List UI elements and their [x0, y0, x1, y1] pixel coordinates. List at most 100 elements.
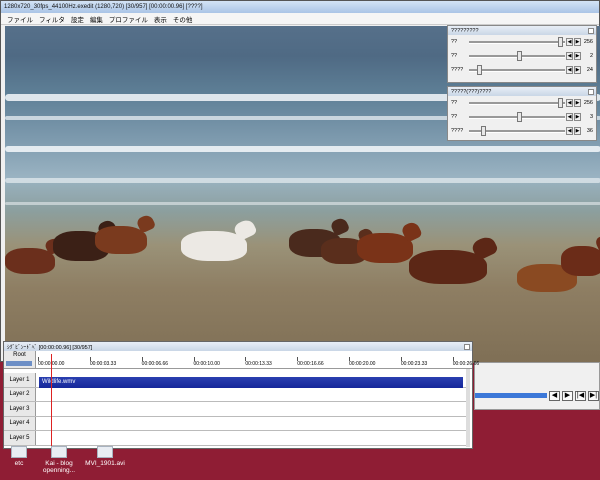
- param-slider[interactable]: [469, 37, 565, 47]
- slider-thumb[interactable]: [517, 51, 522, 61]
- desktop-icon-label: Kai - blog openning...: [42, 460, 76, 474]
- increment-button[interactable]: ▶: [574, 127, 581, 135]
- ruler-tick-label: 00:00:26.66: [452, 361, 480, 367]
- play-button[interactable]: ▶: [562, 391, 573, 401]
- horse: [181, 231, 247, 261]
- skip-start-button[interactable]: |◀: [575, 391, 586, 401]
- layer-header[interactable]: Layer 3: [4, 402, 36, 416]
- increment-button[interactable]: ▶: [574, 99, 581, 107]
- desktop-icon-label: etc: [14, 460, 24, 467]
- player-controls: ◀ ▶ |◀ ▶|: [474, 362, 600, 410]
- decrement-button[interactable]: ◀: [566, 127, 573, 135]
- horse: [95, 226, 147, 254]
- ruler-tick-label: 00:00:06.66: [141, 361, 169, 367]
- close-icon[interactable]: [464, 343, 470, 350]
- slider-thumb[interactable]: [476, 65, 482, 75]
- menu-edit[interactable]: 編集: [90, 14, 103, 24]
- slider-thumb[interactable]: [558, 37, 564, 47]
- decrement-button[interactable]: ◀: [566, 113, 573, 121]
- wave-foam: [5, 146, 600, 152]
- horse: [5, 248, 55, 274]
- close-icon[interactable]: [588, 88, 594, 95]
- decrement-button[interactable]: ◀: [566, 66, 573, 74]
- param-slider[interactable]: [469, 112, 565, 122]
- slider-thumb[interactable]: [558, 98, 564, 108]
- increment-button[interactable]: ▶: [574, 52, 581, 60]
- menu-view[interactable]: 表示: [154, 14, 167, 24]
- parameter-panel-bottom: ?????(???)???? ?? ◀ ▶ 256 ?? ◀ ▶ 3 ???? …: [447, 86, 597, 141]
- param-label: ????: [451, 128, 464, 134]
- desktop-icon-label: MVI_1901.avi: [85, 460, 125, 467]
- param-label: ??: [451, 53, 458, 59]
- menu-settings[interactable]: 設定: [71, 14, 84, 24]
- param-row: ???? ◀ ▶ 24: [448, 63, 596, 77]
- wave-foam: [5, 178, 600, 183]
- param-value: 3: [589, 114, 593, 120]
- window-titlebar[interactable]: 1280x720_30fps_44100Hz.exedit (1280,720)…: [1, 1, 599, 13]
- layer-header[interactable]: Layer 5: [4, 431, 36, 445]
- param-label: ????: [451, 67, 464, 73]
- menu-filter[interactable]: フィルタ: [39, 14, 65, 24]
- param-value: 256: [583, 100, 593, 106]
- decrement-button[interactable]: ◀: [566, 38, 573, 46]
- menu-profile[interactable]: プロファイル: [109, 14, 148, 24]
- ruler-tick-label: 00:00:16.66: [297, 361, 324, 367]
- timeline-ruler[interactable]: 00:00:00.0000:00:03.3300:00:06.6600:00:1…: [36, 351, 479, 369]
- param-row: ?? ◀ ▶ 2: [448, 49, 596, 63]
- panel-title: ?????(???)????: [451, 88, 492, 95]
- param-label: ??: [451, 100, 458, 106]
- param-value: 36: [586, 128, 593, 134]
- layer-row: Layer 2: [4, 387, 470, 402]
- ruler-tick-label: 00:00:10.00: [193, 361, 220, 367]
- decrement-button[interactable]: ◀: [566, 52, 573, 60]
- timeline-titlebar[interactable]: ｼｸﾞﾋﾞﾝｰﾄﾞﾍﾞ [00:00:00.96] [30/957]: [4, 342, 472, 351]
- root-label: Root: [13, 352, 26, 358]
- skip-end-button[interactable]: ▶|: [588, 391, 599, 401]
- previous-frame-button[interactable]: ◀: [549, 391, 560, 401]
- playhead[interactable]: [51, 354, 52, 449]
- layer-header[interactable]: Layer 2: [4, 387, 36, 401]
- param-value: 256: [583, 39, 593, 45]
- param-slider[interactable]: [469, 98, 565, 108]
- ruler-tick-label: 00:00:03.33: [89, 361, 117, 367]
- panel-title: ?????????: [451, 27, 479, 34]
- menu-other[interactable]: その他: [173, 14, 193, 24]
- increment-button[interactable]: ▶: [574, 66, 581, 74]
- menu-bar: ファイル フィルタ 設定 編集 プロファイル 表示 その他: [1, 13, 599, 25]
- decrement-button[interactable]: ◀: [566, 99, 573, 107]
- layer-row: Layer 5: [4, 431, 470, 446]
- root-cell[interactable]: Root: [4, 351, 36, 369]
- increment-button[interactable]: ▶: [574, 38, 581, 46]
- timeline-window: ｼｸﾞﾋﾞﾝｰﾄﾞﾍﾞ [00:00:00.96] [30/957] Root …: [3, 341, 479, 449]
- param-slider[interactable]: [469, 51, 565, 61]
- window-title: 1280x720_30fps_44100Hz.exedit (1280,720)…: [4, 4, 203, 10]
- slider-thumb[interactable]: [480, 126, 486, 136]
- param-row: ???? ◀ ▶ 36: [448, 124, 596, 138]
- layer-header[interactable]: Layer 1: [4, 373, 36, 387]
- close-icon[interactable]: [588, 27, 594, 34]
- ruler-tick-label: 00:00:13.33: [245, 361, 272, 367]
- layer-row: Layer 4: [4, 416, 470, 431]
- desktop-icon-blog[interactable]: Kai - blog openning...: [34, 446, 84, 474]
- seek-bar[interactable]: [475, 393, 547, 398]
- param-label: ??: [451, 39, 458, 45]
- timeline-title: ｼｸﾞﾋﾞﾝｰﾄﾞﾍﾞ [00:00:00.96] [30/957]: [7, 344, 93, 351]
- panel-titlebar[interactable]: ?????????: [448, 26, 596, 35]
- horse: [561, 246, 600, 276]
- increment-button[interactable]: ▶: [574, 113, 581, 121]
- video-clip[interactable]: Wildlife.wmv: [39, 377, 463, 388]
- param-slider[interactable]: [469, 65, 565, 75]
- param-value: 24: [586, 67, 593, 73]
- menu-file[interactable]: ファイル: [7, 14, 33, 24]
- ruler-tick-label: 00:00:23.33: [400, 361, 428, 367]
- timeline-scrollbar[interactable]: [466, 369, 470, 447]
- param-slider[interactable]: [469, 126, 565, 136]
- desktop-icon-video[interactable]: MVI_1901.avi: [80, 446, 130, 467]
- layer-row: Layer 3: [4, 402, 470, 417]
- param-value: 2: [589, 53, 593, 59]
- panel-titlebar[interactable]: ?????(???)????: [448, 87, 596, 96]
- param-row: ?? ◀ ▶ 256: [448, 96, 596, 110]
- layer-header[interactable]: Layer 4: [4, 416, 36, 430]
- param-row: ?? ◀ ▶ 3: [448, 110, 596, 124]
- slider-thumb[interactable]: [517, 112, 522, 122]
